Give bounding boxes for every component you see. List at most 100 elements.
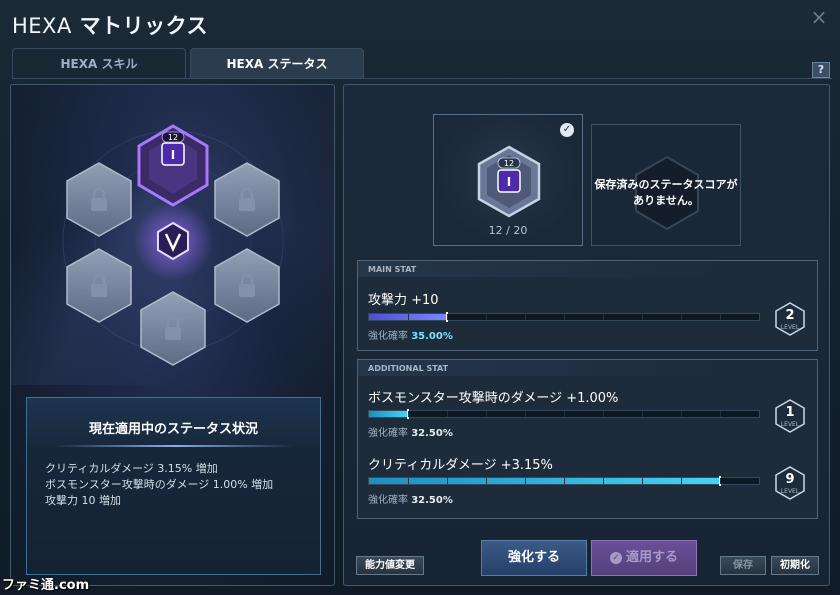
level-number: 1 [785,405,795,420]
level-caption: LEVEL [780,421,800,428]
bar-segment-divider [447,314,448,320]
bar-segment-divider [447,411,448,417]
check-circle-icon: ✓ [609,551,622,564]
current-status-lines: クリティカルダメージ 3.15% 増加 ボスモンスター攻撃時のダメージ 1.00… [45,461,320,509]
additional-stat-box: ADDITIONAL STAT ボスモンスター攻撃時のダメージ +1.00% 強… [357,359,818,519]
status-line: クリティカルダメージ 3.15% 増加 [45,462,218,475]
level-caption: LEVEL [780,488,800,495]
additional-stat-header: ADDITIONAL STAT [358,360,817,376]
bar-segment-divider [525,411,526,417]
bar-segment-divider [720,411,721,417]
enhance-button[interactable]: 強化する [481,540,587,576]
bar-segment-divider [525,314,526,320]
close-button[interactable]: × [808,6,830,28]
bar-segment-divider [720,314,721,320]
apply-label: 適用する [625,550,678,565]
main-stat-box: MAIN STAT 攻撃力 +10 強化確率 35.00% 2 LEVEL [357,260,818,351]
message-line: ありません。 [633,194,699,207]
bar-segment-divider [642,314,643,320]
title-underline [53,445,294,447]
tab-hexa-status[interactable]: HEXA ステータス [190,48,364,78]
progress-fill [369,478,720,484]
help-button[interactable]: ? [812,62,830,78]
tab-hexa-skill[interactable]: HEXA スキル [12,48,186,78]
hex-slot-bottom-locked[interactable] [140,291,206,366]
title-suffix: マトリックス [71,14,208,38]
bar-segment-divider [642,411,643,417]
title-prefix: HEXA [12,14,72,38]
bar-segment-divider [525,478,526,484]
hex-slot-top-active[interactable]: I 12 [137,124,209,207]
additional-stat-rate: 強化確率 32.50% [368,491,453,506]
core-glyph: I [171,148,175,162]
bar-segment-divider [603,411,604,417]
hex-grid-panel: I 12 現在適用中のステータス状況 クリティカルダメージ 3.15% 増加 ボ… [10,84,335,586]
bar-segment-divider [603,314,604,320]
bar-segment-divider [681,478,682,484]
main-stat-header: MAIN STAT [358,261,817,277]
level-number: 2 [785,308,795,323]
bar-segment-divider [447,478,448,484]
message-line: 保存済みのステータスコアが [594,178,738,191]
main-stat-level-badge: 2 LEVEL [774,301,806,337]
rate-label: 強化確率 [368,428,408,439]
bar-segment-divider [486,314,487,320]
bar-segment-divider [642,478,643,484]
bar-segment-divider [408,314,409,320]
rate-value: 32.50% [411,495,453,506]
bar-segment-divider [486,411,487,417]
hex-slot-lower-right-locked[interactable] [214,248,280,323]
status-line: 攻撃力 10 増加 [45,494,121,507]
level-caption: LEVEL [780,324,800,331]
bar-segment-divider [408,411,409,417]
main-stat-name: 攻撃力 +10 [368,293,439,308]
main-stat-rate: 強化確率 35.00% [368,327,453,342]
hex-slot-upper-right-locked[interactable] [214,162,280,237]
progress-fill [369,411,408,417]
current-status-title: 現在適用中のステータス状況 [88,422,258,437]
apply-button[interactable]: ✓ 適用する [591,540,697,576]
watermark-logo: ファミ通.com [2,578,90,593]
hex-slot-lower-left-locked[interactable] [66,248,132,323]
bar-segment-divider [564,314,565,320]
bar-segment-divider [720,478,721,484]
additional-stat-level-badge: 1 LEVEL [774,398,806,434]
hex-grid: I 12 [62,124,284,366]
bar-segment-divider [681,411,682,417]
hexa-matrix-window: HEXA マトリックス × HEXA スキル HEXA ステータス ? I 12… [0,0,840,595]
window-title: HEXA マトリックス [12,10,208,40]
core-progress: 12 / 20 [488,224,528,237]
additional-stat-progress-bar [368,476,760,486]
main-stat-progress-bar [368,312,760,322]
hex-slot-upper-left-locked[interactable] [66,162,132,237]
saved-core-card: 保存済みのステータスコアが ありません。 [591,124,741,246]
tab-divider [12,78,832,79]
additional-stat-rate: 強化確率 32.50% [368,424,453,439]
rate-value: 32.50% [411,428,453,439]
additional-stat-name: クリティカルダメージ +3.15% [368,458,553,473]
reset-button[interactable]: 初期化 [771,556,819,575]
no-saved-core-message: 保存済みのステータスコアが ありません。 [592,177,740,209]
level-number: 9 [785,472,795,487]
status-core-card[interactable]: ✓ I 12 12 / 20 [433,114,583,246]
core-hex: I 12 [477,145,541,218]
change-stat-button[interactable]: 能力値変更 [356,556,424,575]
bar-segment-divider [564,411,565,417]
additional-stat-name: ボスモンスター攻撃時のダメージ +1.00% [368,391,619,406]
bar-segment-divider [603,478,604,484]
bar-segment-divider [486,478,487,484]
additional-stat-level-badge: 9 LEVEL [774,465,806,501]
core-level-tag: 12 [168,133,178,142]
status-line: ボスモンスター攻撃時のダメージ 1.00% 増加 [45,478,274,491]
save-button[interactable]: 保存 [720,556,766,575]
bar-segment-divider [408,478,409,484]
core-glyph: I [507,175,511,189]
rate-label: 強化確率 [368,331,408,342]
additional-stat-progress-bar [368,409,760,419]
core-level-tag: 12 [504,159,514,168]
status-detail-panel: ✓ I 12 12 / 20 保存済みのステータスコアが ありません。 MAIN… [343,84,830,586]
rate-label: 強化確率 [368,495,408,506]
bar-segment-divider [564,478,565,484]
rate-value: 35.00% [411,331,453,342]
v-emblem-icon [157,221,189,261]
